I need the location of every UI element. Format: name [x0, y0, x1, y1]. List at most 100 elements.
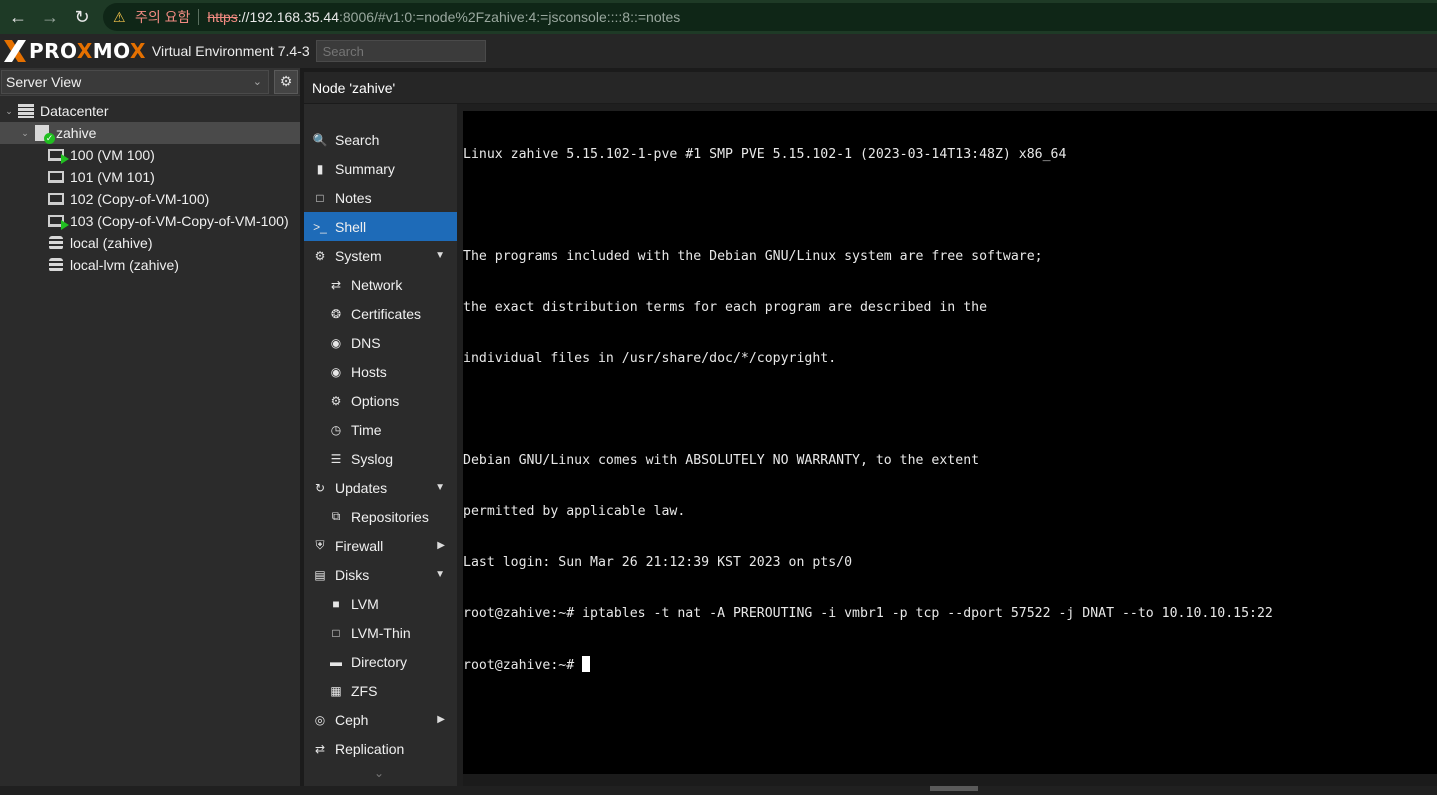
hdd-icon: ▤: [314, 567, 326, 582]
menu-item-syslog[interactable]: ☰ Syslog: [304, 444, 457, 473]
server-view-select[interactable]: Server View ⌄: [1, 69, 269, 94]
expand-right-icon[interactable]: ▶: [437, 540, 445, 551]
warning-icon: ⚠: [113, 9, 126, 25]
gear-icon: ⚙: [330, 393, 342, 408]
menu-item-lvm-thin[interactable]: □ LVM-Thin: [304, 618, 457, 647]
menu-item-dns[interactable]: ◉ DNS: [304, 328, 457, 357]
tree-item-vm-102[interactable]: 102 (Copy-of-VM-100): [0, 188, 300, 210]
menu-item-lvm[interactable]: ■ LVM: [304, 589, 457, 618]
terminal-line: Linux zahive 5.15.102-1-pve #1 SMP PVE 5…: [463, 147, 1067, 162]
tree-item-datacenter[interactable]: ⌄ Datacenter: [0, 100, 300, 122]
menu-label: DNS: [351, 334, 381, 351]
tree-item-label: 101 (VM 101): [70, 169, 155, 185]
tree-item-vm-103[interactable]: 103 (Copy-of-VM-Copy-of-VM-100): [0, 210, 300, 232]
logo-wordmark: PROXMOX: [29, 39, 146, 63]
expand-down-icon[interactable]: ▼: [435, 250, 445, 261]
datacenter-icon: [16, 103, 36, 119]
collapse-icon[interactable]: ⌄: [18, 128, 32, 139]
node-online-icon: [32, 125, 55, 144]
tree-item-storage-local-lvm[interactable]: local-lvm (zahive): [0, 254, 300, 276]
tree-item-vm-100[interactable]: 100 (VM 100): [0, 144, 300, 166]
vm-running-icon: [46, 147, 69, 164]
book-icon: ▮: [316, 161, 324, 176]
storage-icon: [46, 235, 66, 251]
exchange-icon: ⇄: [330, 277, 342, 292]
menu-item-certificates[interactable]: ❂ Certificates: [304, 299, 457, 328]
expand-down-icon[interactable]: ▼: [435, 482, 445, 493]
globe-icon: ◉: [330, 335, 342, 350]
menu-label: Repositories: [351, 508, 429, 525]
menu-item-zfs[interactable]: ▦ ZFS: [304, 676, 457, 705]
tree-item-label: 103 (Copy-of-VM-Copy-of-VM-100): [70, 213, 289, 229]
menu-item-notes[interactable]: □ Notes: [304, 183, 457, 212]
log-panel-resize-handle[interactable]: [930, 786, 978, 791]
expand-down-icon[interactable]: ▼: [435, 569, 445, 580]
globe-icon: ◉: [330, 364, 342, 379]
menu-item-firewall[interactable]: ⛨ Firewall ▶: [304, 531, 457, 560]
node-menu: 🔍 Search ▮ Summary □ Notes >_ Shell ⚙ System ▼…: [304, 104, 457, 786]
menu-label: Notes: [335, 189, 372, 206]
terminal-prompt-line: root@zahive:~#: [463, 656, 1437, 673]
tree-settings-gear-button[interactable]: ⚙: [274, 69, 298, 94]
search-icon: 🔍: [312, 132, 328, 147]
menu-item-disks[interactable]: ▤ Disks ▼: [304, 560, 457, 589]
menu-item-hosts[interactable]: ◉ Hosts: [304, 357, 457, 386]
menu-item-time[interactable]: ◷ Time: [304, 415, 457, 444]
shell-terminal[interactable]: Linux zahive 5.15.102-1-pve #1 SMP PVE 5…: [463, 111, 1437, 774]
tree-item-label: local (zahive): [70, 235, 153, 251]
clock-icon: ◷: [330, 422, 342, 437]
proxmox-x-icon: [4, 40, 26, 62]
tree-item-vm-101[interactable]: 101 (VM 101): [0, 166, 300, 188]
menu-item-search[interactable]: 🔍 Search: [304, 125, 457, 154]
menu-label: Shell: [335, 218, 367, 235]
grid-icon: ▦: [330, 683, 342, 698]
menu-label: Updates: [335, 479, 388, 496]
tree-item-label: local-lvm (zahive): [70, 257, 179, 273]
collapse-icon[interactable]: ⌄: [2, 106, 16, 117]
menu-item-replication[interactable]: ⇄ Replication: [304, 734, 457, 763]
terminal-line: The programs included with the Debian GN…: [463, 249, 1043, 264]
menu-item-system[interactable]: ⚙ System ▼: [304, 241, 457, 270]
terminal-line: individual files in /usr/share/doc/*/cop…: [463, 351, 837, 366]
view-select-value: Server View: [6, 73, 82, 90]
tree-item-storage-local[interactable]: local (zahive): [0, 232, 300, 254]
retweet-icon: ⇄: [314, 741, 326, 756]
url-host: ://192.168.35.44: [237, 9, 339, 25]
menu-item-summary[interactable]: ▮ Summary: [304, 154, 457, 183]
terminal-line: the exact distribution terms for each pr…: [463, 300, 988, 315]
title-prefix: Node: [312, 79, 346, 96]
terminal-icon: >_: [313, 219, 327, 234]
reload-icon[interactable]: ↻: [66, 1, 98, 33]
notes-icon: □: [316, 190, 324, 205]
expand-right-icon[interactable]: ▶: [437, 714, 445, 725]
proxmox-logo[interactable]: PROXMOX: [2, 38, 146, 64]
menu-label: Options: [351, 392, 400, 409]
menu-item-shell[interactable]: >_ Shell: [304, 212, 457, 241]
global-search-input[interactable]: [315, 40, 486, 62]
address-bar[interactable]: ⚠ 주의 요함 https://192.168.35.44:8006/#v1:0…: [103, 3, 1437, 31]
security-warning[interactable]: 주의 요함: [135, 7, 190, 27]
terminal-line: Debian GNU/Linux comes with ABSOLUTELY N…: [463, 453, 980, 468]
terminal-prompt: root@zahive:~#: [463, 658, 583, 673]
bottom-status-bar: [0, 786, 1437, 795]
menu-item-network[interactable]: ⇄ Network: [304, 270, 457, 299]
forward-arrow-icon[interactable]: →: [34, 1, 66, 33]
tree-item-label: Datacenter: [40, 103, 109, 119]
menu-item-updates[interactable]: ↻ Updates ▼: [304, 473, 457, 502]
menu-label: Network: [351, 276, 403, 293]
menu-label: Disks: [335, 566, 370, 583]
menu-label: Firewall: [335, 537, 384, 554]
resource-tree: ⌄ Datacenter ⌄ zahive 100 (VM 100) 101 (…: [0, 96, 300, 276]
menu-item-directory[interactable]: ▬ Directory: [304, 647, 457, 676]
menu-item-options[interactable]: ⚙ Options: [304, 386, 457, 415]
menu-item-ceph[interactable]: ◎ Ceph ▶: [304, 705, 457, 734]
menu-item-repositories[interactable]: ⧉ Repositories: [304, 502, 457, 531]
back-arrow-icon[interactable]: ←: [2, 1, 34, 33]
menu-scroll-down-icon[interactable]: ⌄: [374, 766, 384, 780]
terminal-line: root@zahive:~# iptables -t nat -A PREROU…: [463, 606, 1273, 621]
ceph-icon: ◎: [314, 712, 326, 727]
terminal-line: permitted by applicable law.: [463, 504, 686, 519]
title-node-name: 'zahive': [349, 79, 396, 96]
tree-item-node-zahive[interactable]: ⌄ zahive: [0, 122, 300, 144]
square-icon: ■: [332, 596, 340, 611]
